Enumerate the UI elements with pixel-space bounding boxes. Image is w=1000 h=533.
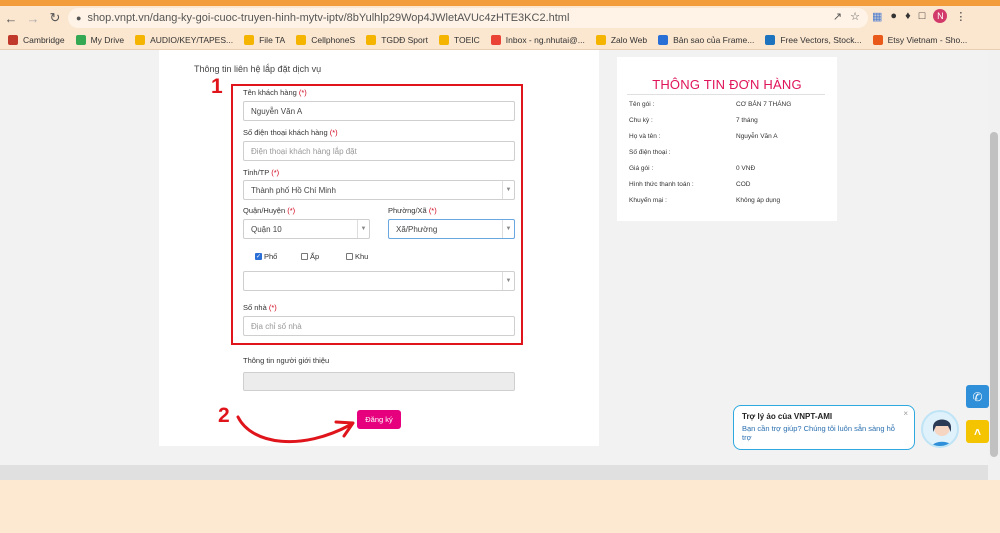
translate-icon[interactable]: ▦ bbox=[872, 10, 882, 23]
step-2-number: 2 bbox=[218, 404, 230, 427]
order-row-label: Họ và tên : bbox=[629, 133, 661, 140]
bookmark-label: Cambridge bbox=[23, 34, 65, 45]
order-row-value: COD bbox=[736, 181, 751, 188]
bookmark-label: Free Vectors, Stock... bbox=[780, 34, 862, 45]
divider bbox=[627, 94, 825, 95]
order-row-label: Hình thức thanh toán : bbox=[629, 181, 694, 188]
bookmark-item[interactable]: Cambridge bbox=[8, 34, 65, 45]
bookmark-favicon-icon bbox=[765, 34, 776, 45]
order-row-label: Tên gói : bbox=[629, 101, 655, 108]
bookmark-favicon-icon bbox=[8, 34, 18, 45]
section-title: Thông tin liên hệ lắp đặt dịch vụ bbox=[194, 64, 322, 74]
bookmark-label: File TA bbox=[259, 34, 286, 45]
lock-icon: ● bbox=[76, 13, 82, 23]
bookmark-item[interactable]: CellphoneS bbox=[296, 34, 356, 45]
scroll-top-icon[interactable]: ˄ bbox=[966, 420, 989, 443]
order-row-value: 0 VNĐ bbox=[736, 165, 756, 172]
extension-icon[interactable]: ● bbox=[890, 10, 897, 22]
bookmarks-bar: Cambridge My Drive AUDIO/KEY/TAPES... File … bbox=[0, 30, 1000, 50]
puzzle-icon[interactable]: ♦ bbox=[905, 10, 911, 22]
step-1-highlight bbox=[231, 84, 523, 345]
order-row-label: Giá gói : bbox=[629, 165, 654, 172]
sidepanel-icon[interactable]: □ bbox=[919, 10, 926, 22]
bookmark-label: TOEIC bbox=[453, 34, 480, 45]
order-row-label: Khuyến mại : bbox=[629, 197, 667, 204]
address-bar[interactable]: ● shop.vnpt.vn/dang-ky-goi-cuoc-truyen-h… bbox=[68, 8, 868, 28]
order-row-value: Không áp dụng bbox=[736, 197, 781, 204]
scrollbar[interactable] bbox=[988, 50, 1000, 480]
order-row-value: 7 tháng bbox=[736, 117, 758, 124]
assistant-bubble[interactable]: Trợ lý ảo của VNPT-AMI Bạn cần trợ giúp?… bbox=[733, 405, 915, 450]
bookmark-favicon-icon bbox=[135, 34, 146, 45]
forward-icon[interactable]: → bbox=[22, 7, 44, 29]
bookmark-item[interactable]: AUDIO/KEY/TAPES... bbox=[135, 34, 234, 45]
bookmark-favicon-icon bbox=[658, 34, 669, 45]
referrer-input[interactable] bbox=[243, 372, 515, 391]
bookmark-item[interactable]: Inbox - ng.nhutai@... bbox=[490, 34, 585, 45]
bookmark-favicon-icon bbox=[366, 34, 377, 45]
page-bottom bbox=[0, 465, 988, 480]
order-row-label: Số điện thoại : bbox=[629, 149, 671, 156]
bookmark-favicon-icon bbox=[244, 34, 255, 45]
scrollbar-thumb[interactable] bbox=[990, 132, 998, 457]
bookmark-item[interactable]: Zalo Web bbox=[595, 34, 648, 45]
url-text: shop.vnpt.vn/dang-ky-goi-cuoc-truyen-hin… bbox=[87, 12, 570, 24]
phone-icon[interactable]: ✆ bbox=[966, 385, 989, 408]
order-title: THÔNG TIN ĐƠN HÀNG bbox=[652, 77, 802, 92]
bookmark-item[interactable]: Bản sao của Frame... bbox=[658, 34, 755, 45]
assistant-message: Bạn cần trợ giúp? Chúng tôi luôn sẵn sàn… bbox=[742, 424, 895, 443]
step-1-number: 1 bbox=[211, 75, 223, 98]
assistant-avatar[interactable] bbox=[921, 410, 959, 448]
assistant-title: Trợ lý ảo của VNPT-AMI bbox=[742, 412, 833, 421]
bookmark-label: CellphoneS bbox=[311, 34, 356, 45]
bookmark-item[interactable]: My Drive bbox=[75, 34, 125, 45]
bookmark-label: Zalo Web bbox=[610, 34, 648, 45]
bookmark-item[interactable]: Etsy Vietnam - Sho... bbox=[872, 34, 968, 45]
profile-avatar[interactable]: N bbox=[933, 9, 948, 23]
bookmark-label: AUDIO/KEY/TAPES... bbox=[150, 34, 234, 45]
bookmark-favicon-icon bbox=[296, 34, 307, 45]
arrow-icon bbox=[236, 415, 355, 444]
bookmark-item[interactable]: File TA bbox=[244, 34, 286, 45]
bookmark-label: Bản sao của Frame... bbox=[673, 34, 755, 45]
bookmark-label: TGDĐ Sport bbox=[381, 34, 428, 45]
bookmark-star-icon[interactable]: ☆ bbox=[850, 10, 860, 23]
menu-icon[interactable]: ⋮ bbox=[955, 10, 966, 23]
reload-icon[interactable]: ↻ bbox=[44, 7, 66, 29]
browser-toolbar: ← → ↻ ● shop.vnpt.vn/dang-ky-goi-cuoc-tr… bbox=[0, 6, 1000, 30]
share-icon[interactable]: ↗ bbox=[833, 10, 842, 23]
bookmark-label: Etsy Vietnam - Sho... bbox=[887, 34, 968, 45]
close-icon[interactable]: × bbox=[903, 409, 908, 418]
register-button[interactable]: Đăng ký bbox=[357, 410, 401, 429]
bookmark-favicon-icon bbox=[438, 34, 449, 45]
footer-band bbox=[0, 480, 1000, 533]
bookmark-item[interactable]: TGDĐ Sport bbox=[366, 34, 428, 45]
bookmark-item[interactable]: TOEIC bbox=[438, 34, 480, 45]
back-icon[interactable]: ← bbox=[0, 7, 22, 29]
bookmark-item[interactable]: Free Vectors, Stock... bbox=[765, 34, 862, 45]
order-row-value: CƠ BẢN 7 THÁNG bbox=[736, 101, 792, 108]
referrer-label: Thông tin người giới thiệu bbox=[243, 356, 330, 365]
bookmark-label: Inbox - ng.nhutai@... bbox=[505, 34, 585, 45]
order-row-value: Nguyễn Văn A bbox=[736, 133, 778, 140]
bookmark-label: My Drive bbox=[90, 34, 125, 45]
bookmark-favicon-icon bbox=[595, 34, 606, 45]
order-row-label: Chu kỳ : bbox=[629, 117, 653, 124]
bookmark-favicon-icon bbox=[490, 34, 501, 45]
bookmark-favicon-icon bbox=[872, 34, 883, 45]
bookmark-favicon-icon bbox=[75, 34, 86, 45]
